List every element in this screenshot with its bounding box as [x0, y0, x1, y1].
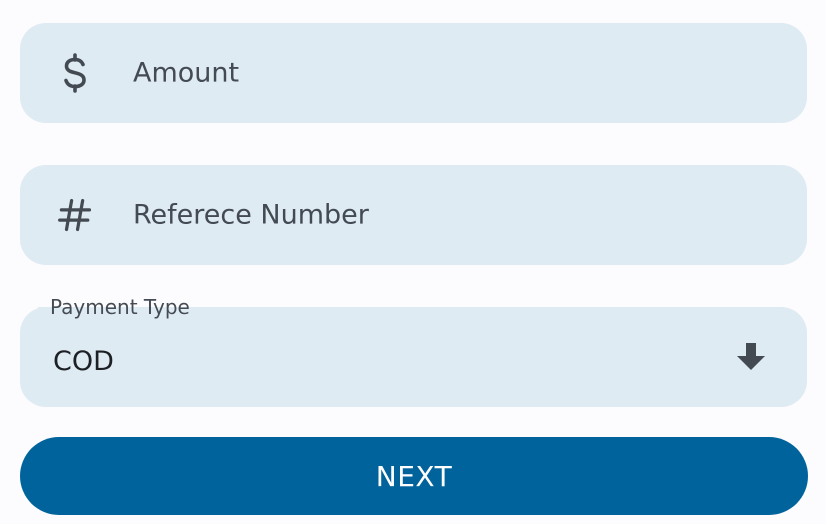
- amount-placeholder: Amount: [133, 57, 240, 89]
- dollar-icon: [58, 53, 92, 93]
- amount-field[interactable]: Amount: [20, 23, 807, 123]
- hash-icon: [58, 195, 92, 235]
- reference-number-placeholder: Referece Number: [133, 199, 369, 231]
- next-button-label: NEXT: [375, 459, 453, 493]
- payment-type-label: Payment Type: [38, 293, 202, 321]
- payment-type-value: COD: [53, 346, 114, 378]
- reference-number-field[interactable]: Referece Number: [20, 165, 807, 265]
- next-button[interactable]: NEXT: [20, 437, 808, 515]
- arrow-down-icon[interactable]: [735, 341, 767, 373]
- payment-type-select[interactable]: COD: [20, 307, 807, 407]
